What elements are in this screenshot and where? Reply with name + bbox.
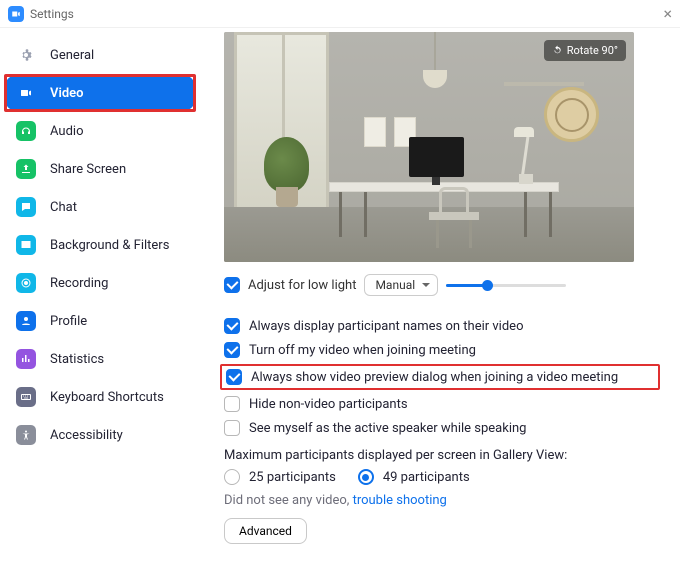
- sidebar-label: Background & Filters: [50, 238, 169, 253]
- sidebar-label: Statistics: [50, 352, 104, 367]
- low-light-mode-value: Manual: [375, 278, 415, 292]
- low-light-mode-select[interactable]: Manual: [364, 274, 438, 296]
- video-preview: Rotate 90°: [224, 32, 634, 262]
- opt-see-myself-checkbox[interactable]: [224, 420, 240, 436]
- option-row: Turn off my video when joining meeting: [224, 338, 656, 362]
- adjust-low-light-checkbox[interactable]: [224, 277, 240, 293]
- share-icon: [16, 159, 36, 179]
- titlebar: Settings ×: [0, 0, 680, 28]
- sidebar-item-accessibility[interactable]: Accessibility: [6, 418, 194, 452]
- sidebar-item-statistics[interactable]: Statistics: [6, 342, 194, 376]
- headphones-icon: [16, 121, 36, 141]
- sidebar-label: Recording: [50, 276, 108, 291]
- sidebar-label: Audio: [50, 124, 83, 139]
- option-row: Hide non-video participants: [224, 392, 656, 416]
- opt-label: Always display participant names on thei…: [249, 319, 523, 334]
- radio-25-participants[interactable]: [224, 469, 240, 485]
- rotate-button[interactable]: Rotate 90°: [544, 40, 626, 61]
- sidebar-label: Keyboard Shortcuts: [50, 390, 164, 405]
- adjust-low-light-row: Adjust for low light Manual: [224, 274, 656, 296]
- low-light-slider[interactable]: [446, 278, 566, 292]
- sidebar-item-audio[interactable]: Audio: [6, 114, 194, 148]
- troubleshooting-link[interactable]: trouble shooting: [353, 493, 447, 508]
- sidebar-label: Video: [50, 86, 84, 101]
- sidebar-label: Share Screen: [50, 162, 126, 177]
- accessibility-icon: [16, 425, 36, 445]
- sidebar-label: Accessibility: [50, 428, 123, 443]
- keyboard-icon: [16, 387, 36, 407]
- no-video-line: Did not see any video, trouble shooting: [224, 493, 656, 508]
- sidebar-item-share-screen[interactable]: Share Screen: [6, 152, 194, 186]
- background-icon: [16, 235, 36, 255]
- sidebar-item-background[interactable]: Background & Filters: [6, 228, 194, 262]
- profile-icon: [16, 311, 36, 331]
- gallery-label: Maximum participants displayed per scree…: [224, 448, 656, 463]
- sidebar-item-keyboard[interactable]: Keyboard Shortcuts: [6, 380, 194, 414]
- gear-icon: [16, 45, 36, 65]
- opt-label: See myself as the active speaker while s…: [249, 421, 526, 436]
- opt-turn-off-video-checkbox[interactable]: [224, 342, 240, 358]
- advanced-button[interactable]: Advanced: [224, 518, 307, 544]
- sidebar-item-general[interactable]: General: [6, 38, 194, 72]
- settings-content: Rotate 90° Adjust for low light Manual A…: [200, 28, 680, 561]
- opt-hide-nonvideo-checkbox[interactable]: [224, 396, 240, 412]
- sidebar-label: Chat: [50, 200, 77, 215]
- settings-sidebar: General Video Audio Share Screen Chat Ba…: [0, 28, 200, 561]
- option-row: Always display participant names on thei…: [224, 314, 656, 338]
- gallery-radio-group: 25 participants 49 participants: [224, 469, 656, 485]
- window-title: Settings: [30, 7, 74, 21]
- opt-label: Always show video preview dialog when jo…: [251, 370, 618, 385]
- radio-49-participants[interactable]: [358, 469, 374, 485]
- opt-label: Turn off my video when joining meeting: [249, 343, 476, 358]
- opt-participant-names-checkbox[interactable]: [224, 318, 240, 334]
- rotate-label: Rotate 90°: [567, 44, 618, 57]
- slider-thumb[interactable]: [482, 280, 493, 291]
- opt-label: Hide non-video participants: [249, 397, 408, 412]
- app-icon: [8, 6, 24, 22]
- sidebar-item-chat[interactable]: Chat: [6, 190, 194, 224]
- option-row-highlighted: Always show video preview dialog when jo…: [220, 364, 660, 390]
- adjust-low-light-label: Adjust for low light: [248, 278, 356, 293]
- radio-label: 25 participants: [249, 470, 336, 485]
- sidebar-label: Profile: [50, 314, 87, 329]
- close-icon[interactable]: ×: [663, 6, 672, 22]
- radio-label: 49 participants: [383, 470, 470, 485]
- sidebar-item-profile[interactable]: Profile: [6, 304, 194, 338]
- sidebar-item-recording[interactable]: Recording: [6, 266, 194, 300]
- no-video-text: Did not see any video,: [224, 493, 349, 508]
- sidebar-item-video[interactable]: Video: [6, 76, 194, 110]
- video-icon: [16, 83, 36, 103]
- sidebar-label: General: [50, 48, 94, 63]
- rotate-icon: [552, 45, 563, 56]
- statistics-icon: [16, 349, 36, 369]
- recording-icon: [16, 273, 36, 293]
- opt-preview-dialog-checkbox[interactable]: [226, 369, 242, 385]
- chat-icon: [16, 197, 36, 217]
- option-row: See myself as the active speaker while s…: [224, 416, 656, 440]
